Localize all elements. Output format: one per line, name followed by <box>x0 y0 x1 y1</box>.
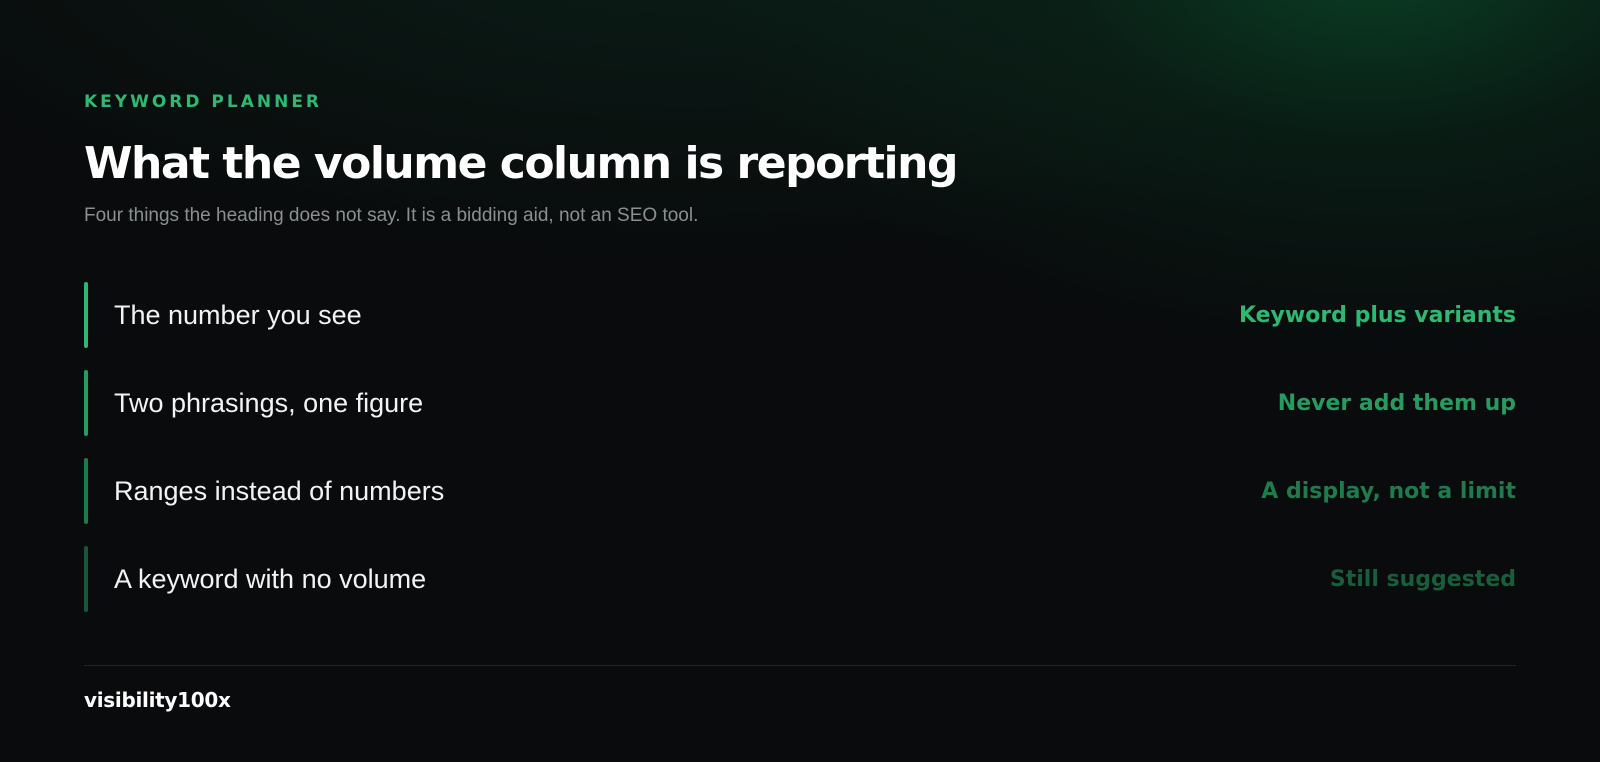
list-item: The number you see Keyword plus variants <box>84 282 1516 348</box>
list-item: Ranges instead of numbers A display, not… <box>84 458 1516 524</box>
page-title: What the volume column is reporting <box>84 138 958 189</box>
brand-wordmark: visibility100x <box>84 688 231 712</box>
footer-divider <box>84 665 1516 666</box>
row-label: Ranges instead of numbers <box>114 475 445 506</box>
list-item: A keyword with no volume Still suggested <box>84 546 1516 612</box>
fact-list: The number you see Keyword plus variants… <box>84 282 1516 634</box>
eyebrow-label: KEYWORD PLANNER <box>84 92 323 112</box>
row-value: A display, not a limit <box>1261 478 1516 504</box>
row-value: Never add them up <box>1277 390 1516 416</box>
row-label: The number you see <box>114 299 362 330</box>
accent-bar <box>84 458 88 524</box>
accent-bar <box>84 546 88 612</box>
slide: KEYWORD PLANNER What the volume column i… <box>84 0 1516 762</box>
row-value: Still suggested <box>1329 566 1516 592</box>
row-label: A keyword with no volume <box>114 563 427 594</box>
accent-bar <box>84 370 88 436</box>
row-value: Keyword plus variants <box>1238 302 1516 328</box>
accent-bar <box>84 282 88 348</box>
page-subtitle: Four things the heading does not say. It… <box>84 205 699 226</box>
row-label: Two phrasings, one figure <box>114 387 424 418</box>
list-item: Two phrasings, one figure Never add them… <box>84 370 1516 436</box>
